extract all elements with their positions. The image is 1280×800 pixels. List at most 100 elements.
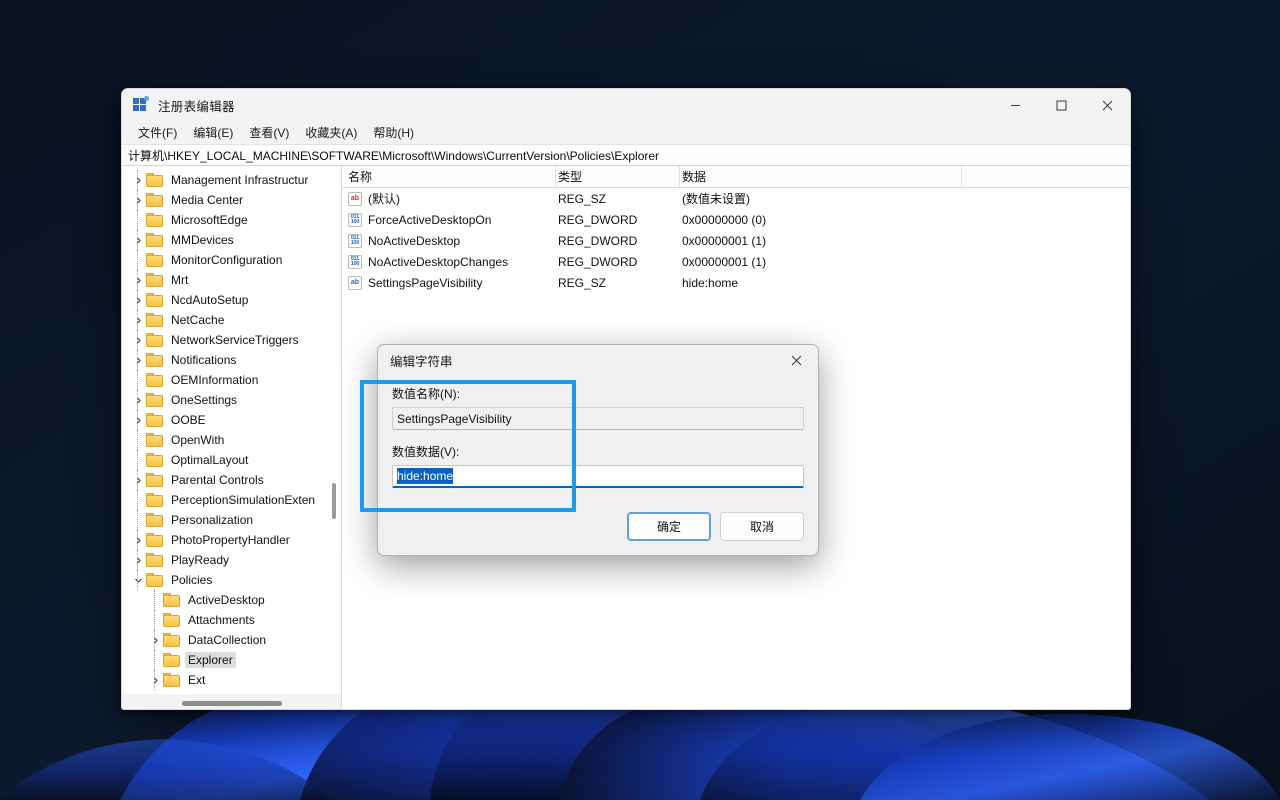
address-bar[interactable]: 计算机\HKEY_LOCAL_MACHINE\SOFTWARE\Microsof… — [122, 144, 1130, 166]
value-data-cell: 0x00000001 (1) — [680, 255, 1130, 269]
chevron-right-icon[interactable] — [130, 172, 146, 188]
tree-item-onesettings[interactable]: OneSettings — [122, 390, 341, 410]
tree-item-label: MicrosoftEdge — [168, 212, 251, 228]
close-icon[interactable] — [1084, 89, 1130, 121]
registry-icon — [133, 97, 149, 113]
folder-icon — [163, 633, 180, 647]
value-row[interactable]: 011100NoActiveDesktopChangesREG_DWORD0x0… — [342, 251, 1130, 272]
tree-item-label: MonitorConfiguration — [168, 252, 285, 268]
tree-guide-line — [137, 170, 138, 190]
tree-item-explorer[interactable]: Explorer — [122, 650, 341, 670]
tree-item-management-infrastructur[interactable]: Management Infrastructur — [122, 170, 341, 190]
tree-item-datacollection[interactable]: DataCollection — [122, 630, 341, 650]
menu-help[interactable]: 帮助(H) — [365, 122, 422, 143]
tree-item-attachments[interactable]: Attachments — [122, 610, 341, 630]
tree-guide-line — [137, 350, 138, 370]
tree-item-ext[interactable]: Ext — [122, 670, 341, 690]
column-header-type[interactable]: 类型 — [556, 166, 680, 187]
tree-item-networkservicetriggers[interactable]: NetworkServiceTriggers — [122, 330, 341, 350]
tree-item-perceptionsimulationexten[interactable]: PerceptionSimulationExten — [122, 490, 341, 510]
tree-item-label: Management Infrastructur — [168, 172, 311, 188]
dword-value-icon: 011100 — [348, 234, 362, 248]
chevron-right-icon[interactable] — [130, 472, 146, 488]
dialog-titlebar[interactable]: 编辑字符串 — [378, 345, 818, 376]
value-data-text: hide:home — [397, 468, 453, 484]
tree-horizontal-scroll-thumb[interactable] — [182, 701, 282, 706]
window-titlebar[interactable]: 注册表编辑器 — [122, 89, 1130, 121]
tree-item-optimallayout[interactable]: OptimalLayout — [122, 450, 341, 470]
tree-vertical-scroll-thumb[interactable] — [332, 483, 336, 519]
tree-item-policies[interactable]: Policies — [122, 570, 341, 590]
chevron-right-icon[interactable] — [147, 672, 163, 688]
tree-item-media-center[interactable]: Media Center — [122, 190, 341, 210]
chevron-right-icon[interactable] — [130, 392, 146, 408]
menu-edit[interactable]: 编辑(E) — [185, 122, 241, 143]
cancel-button[interactable]: 取消 — [720, 512, 804, 541]
tree-item-mrt[interactable]: Mrt — [122, 270, 341, 290]
ok-button[interactable]: 确定 — [627, 512, 711, 541]
folder-icon — [146, 333, 163, 347]
tree-item-oobe[interactable]: OOBE — [122, 410, 341, 430]
tree-item-oeminformation[interactable]: OEMInformation — [122, 370, 341, 390]
chevron-right-icon[interactable] — [130, 312, 146, 328]
folder-icon — [146, 433, 163, 447]
column-header-data[interactable]: 数据 — [680, 166, 962, 187]
tree-horizontal-scrollbar[interactable] — [122, 694, 341, 710]
tree-item-label: Attachments — [185, 612, 258, 628]
menu-favorites[interactable]: 收藏夹(A) — [297, 122, 365, 143]
chevron-right-icon[interactable] — [130, 552, 146, 568]
value-row[interactable]: abSettingsPageVisibilityREG_SZhide:home — [342, 272, 1130, 293]
close-icon[interactable] — [774, 345, 818, 376]
values-column-header: 名称 类型 数据 — [342, 166, 1130, 188]
chevron-right-icon[interactable] — [147, 632, 163, 648]
tree-item-notifications[interactable]: Notifications — [122, 350, 341, 370]
tree-item-personalization[interactable]: Personalization — [122, 510, 341, 530]
value-data-input[interactable]: hide:home — [392, 465, 804, 488]
chevron-right-icon[interactable] — [130, 412, 146, 428]
tree-guide-line — [137, 370, 138, 390]
tree-guide-line — [137, 410, 138, 430]
value-row[interactable]: ab(默认)REG_SZ(数值未设置) — [342, 188, 1130, 209]
menu-view[interactable]: 查看(V) — [241, 122, 297, 143]
chevron-right-icon[interactable] — [130, 192, 146, 208]
registry-tree-pane[interactable]: Management Infrastructur Media Center Micr… — [122, 166, 342, 710]
chevron-right-icon[interactable] — [130, 532, 146, 548]
minimize-icon[interactable] — [992, 89, 1038, 121]
tree-item-playready[interactable]: PlayReady — [122, 550, 341, 570]
value-name-text: NoActiveDesktopChanges — [368, 255, 508, 269]
window-controls — [992, 89, 1130, 121]
tree-guide-line — [137, 210, 138, 230]
chevron-right-icon[interactable] — [130, 292, 146, 308]
tree-item-label: NetCache — [168, 312, 227, 328]
folder-icon — [146, 273, 163, 287]
tree-item-parental-controls[interactable]: Parental Controls — [122, 470, 341, 490]
chevron-right-icon[interactable] — [130, 352, 146, 368]
tree-item-label: Media Center — [168, 192, 246, 208]
menu-file[interactable]: 文件(F) — [130, 122, 185, 143]
chevron-right-icon[interactable] — [130, 272, 146, 288]
tree-item-label: ActiveDesktop — [185, 592, 268, 608]
tree-item-ncdautosetup[interactable]: NcdAutoSetup — [122, 290, 341, 310]
maximize-icon[interactable] — [1038, 89, 1084, 121]
value-name-input[interactable]: SettingsPageVisibility — [392, 407, 804, 430]
value-row[interactable]: 011100ForceActiveDesktopOnREG_DWORD0x000… — [342, 209, 1130, 230]
chevron-right-icon[interactable] — [130, 332, 146, 348]
tree-item-monitorconfiguration[interactable]: MonitorConfiguration — [122, 250, 341, 270]
tree-guide-line — [137, 290, 138, 310]
edit-string-dialog: 编辑字符串 数值名称(N): SettingsPageVisibility 数值… — [377, 344, 819, 556]
tree-item-openwith[interactable]: OpenWith — [122, 430, 341, 450]
tree-vertical-scrollbar[interactable] — [328, 170, 339, 693]
tree-leaf-spacer — [130, 512, 146, 528]
value-row[interactable]: 011100NoActiveDesktopREG_DWORD0x00000001… — [342, 230, 1130, 251]
tree-item-photopropertyhandler[interactable]: PhotoPropertyHandler — [122, 530, 341, 550]
tree-item-mmdevices[interactable]: MMDevices — [122, 230, 341, 250]
tree-item-netcache[interactable]: NetCache — [122, 310, 341, 330]
tree-item-activedesktop[interactable]: ActiveDesktop — [122, 590, 341, 610]
tree-item-microsoftedge[interactable]: MicrosoftEdge — [122, 210, 341, 230]
tree-item-label: NcdAutoSetup — [168, 292, 251, 308]
chevron-down-icon[interactable] — [130, 572, 146, 588]
chevron-right-icon[interactable] — [130, 232, 146, 248]
tree-guide-line — [154, 610, 155, 630]
column-header-name[interactable]: 名称 — [342, 166, 556, 187]
tree-guide-line — [137, 490, 138, 510]
